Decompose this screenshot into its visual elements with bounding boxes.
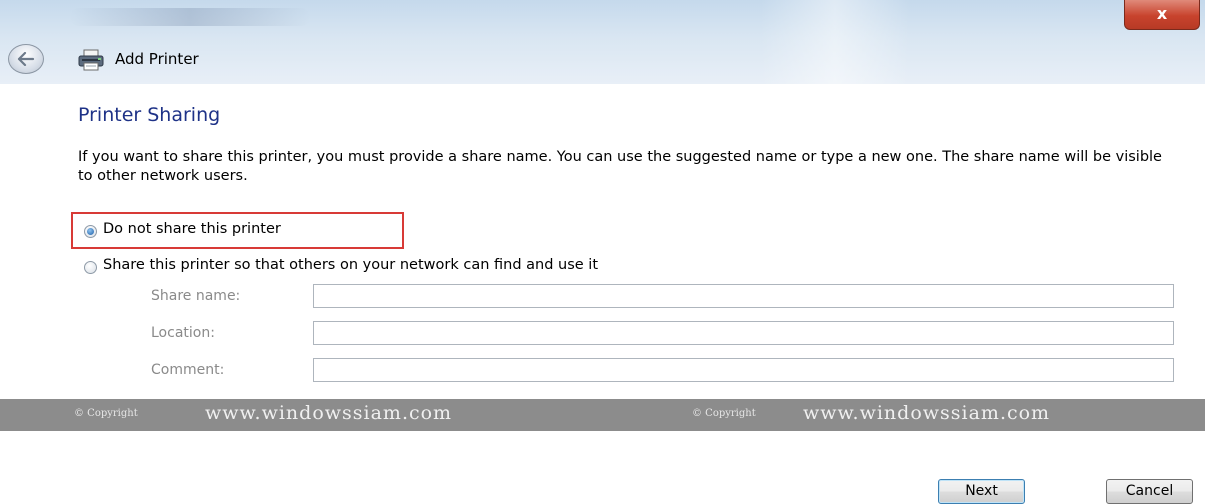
title-bar-glass-reflection	[760, 0, 910, 84]
comment-label: Comment:	[151, 362, 225, 378]
title-bar	[0, 0, 1205, 84]
cancel-button[interactable]: Cancel	[1106, 479, 1193, 504]
close-button[interactable]: x	[1124, 0, 1200, 30]
share-name-label: Share name:	[151, 288, 241, 304]
share-printer-label[interactable]: Share this printer so that others on you…	[103, 257, 598, 273]
do-not-share-radio[interactable]	[84, 225, 97, 238]
location-label: Location:	[151, 325, 215, 341]
next-button[interactable]: Next	[938, 479, 1025, 504]
title-bar-glass-streak	[70, 8, 310, 26]
do-not-share-label[interactable]: Do not share this printer	[103, 221, 281, 237]
share-printer-radio[interactable]	[84, 261, 97, 274]
back-button[interactable]	[8, 44, 44, 74]
watermark-bar: © Copyright www.windowssiam.com © Copyri…	[0, 399, 1205, 431]
printer-icon	[78, 49, 104, 71]
watermark-copyright-2: © Copyright	[692, 408, 756, 419]
watermark-site-1: www.windowssiam.com	[205, 402, 453, 424]
share-name-input[interactable]	[313, 284, 1174, 308]
watermark-copyright-1: © Copyright	[74, 408, 138, 419]
comment-input[interactable]	[313, 358, 1174, 382]
watermark-site-2: www.windowssiam.com	[803, 402, 1051, 424]
window-title: Add Printer	[115, 50, 199, 68]
page-description: If you want to share this printer, you m…	[78, 149, 1162, 184]
page-heading: Printer Sharing	[78, 104, 221, 126]
back-arrow-icon	[17, 52, 35, 66]
location-input[interactable]	[313, 321, 1174, 345]
